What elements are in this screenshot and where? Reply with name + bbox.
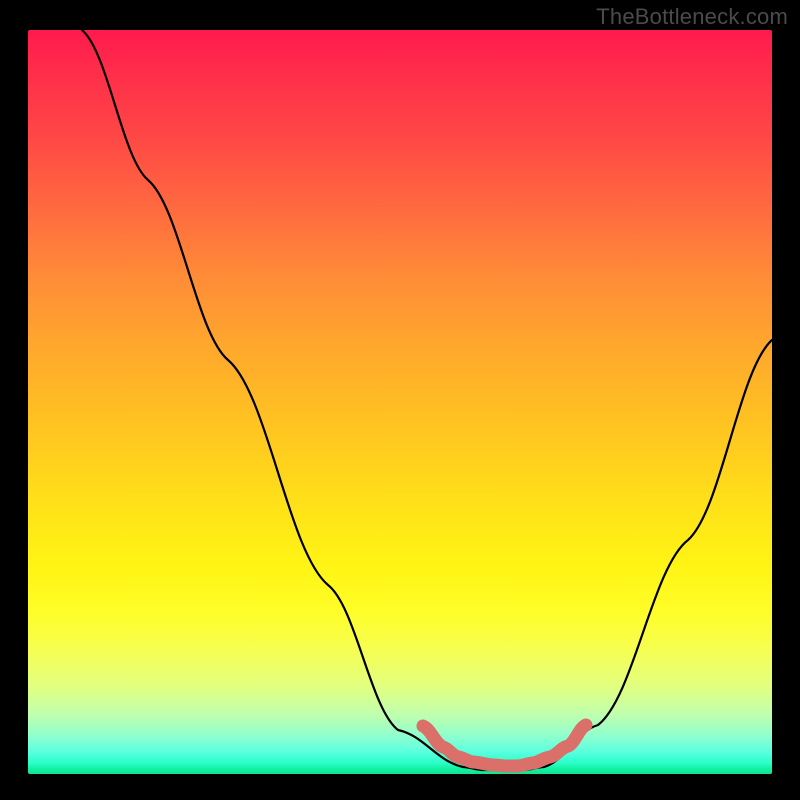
bottleneck-curve: [82, 30, 772, 770]
watermark-text: TheBottleneck.com: [596, 4, 788, 30]
chart-frame: TheBottleneck.com: [0, 0, 800, 800]
plot-area: [28, 30, 772, 774]
curve-layer: [28, 30, 772, 774]
